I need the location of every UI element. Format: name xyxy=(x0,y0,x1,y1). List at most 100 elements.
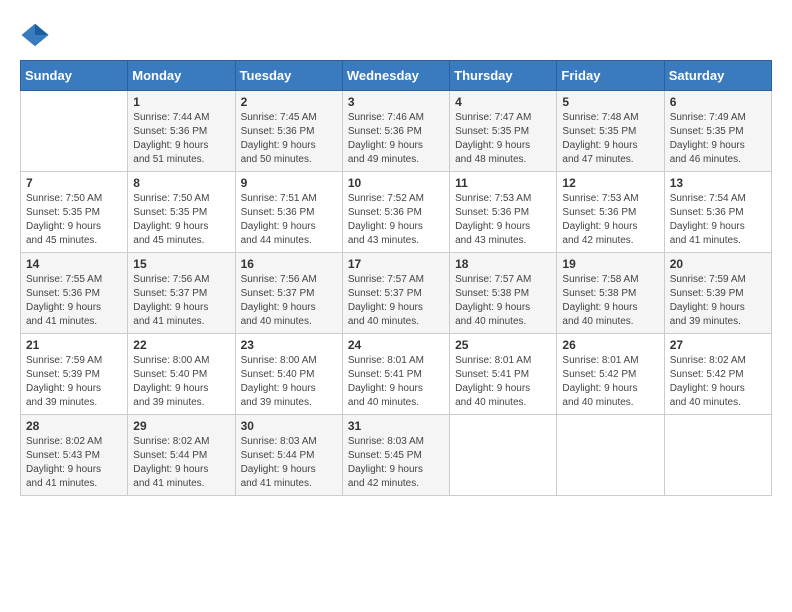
cell-content: Sunrise: 7:48 AMSunset: 5:35 PMDaylight:… xyxy=(562,111,658,167)
weekday-header-sunday: Sunday xyxy=(21,61,128,91)
cell-content: Sunrise: 7:59 AMSunset: 5:39 PMDaylight:… xyxy=(670,273,766,329)
cell-content: Sunrise: 7:53 AMSunset: 5:36 PMDaylight:… xyxy=(562,192,658,248)
day-number: 24 xyxy=(348,338,444,352)
day-number: 31 xyxy=(348,419,444,433)
cell-content: Sunrise: 7:45 AMSunset: 5:36 PMDaylight:… xyxy=(241,111,337,167)
weekday-header-wednesday: Wednesday xyxy=(342,61,449,91)
cell-content: Sunrise: 7:57 AMSunset: 5:37 PMDaylight:… xyxy=(348,273,444,329)
cell-content: Sunrise: 8:03 AMSunset: 5:45 PMDaylight:… xyxy=(348,435,444,491)
calendar-cell: 7Sunrise: 7:50 AMSunset: 5:35 PMDaylight… xyxy=(21,172,128,253)
day-number: 11 xyxy=(455,176,551,190)
cell-content: Sunrise: 8:02 AMSunset: 5:42 PMDaylight:… xyxy=(670,354,766,410)
cell-content: Sunrise: 8:01 AMSunset: 5:42 PMDaylight:… xyxy=(562,354,658,410)
cell-content: Sunrise: 7:52 AMSunset: 5:36 PMDaylight:… xyxy=(348,192,444,248)
cell-content: Sunrise: 7:47 AMSunset: 5:35 PMDaylight:… xyxy=(455,111,551,167)
calendar-cell: 1 Sunrise: 7:44 AMSunset: 5:36 PMDaylight… xyxy=(128,91,235,172)
day-number: 22 xyxy=(133,338,229,352)
calendar-cell: 24 Sunrise: 8:01 AMSunset: 5:41 PMDayligh… xyxy=(342,334,449,415)
calendar-cell: 17 Sunrise: 7:57 AMSunset: 5:37 PMDayligh… xyxy=(342,253,449,334)
cell-content: Sunrise: 8:03 AMSunset: 5:44 PMDaylight:… xyxy=(241,435,337,491)
day-number: 29 xyxy=(133,419,229,433)
cell-content: Sunrise: 7:50 AMSunset: 5:35 PMDaylight:… xyxy=(133,192,229,248)
cell-content: Sunrise: 8:01 AMSunset: 5:41 PMDaylight:… xyxy=(455,354,551,410)
weekday-header-friday: Friday xyxy=(557,61,664,91)
calendar-cell: 11 Sunrise: 7:53 AMSunset: 5:36 PMDayligh… xyxy=(450,172,557,253)
weekday-header-thursday: Thursday xyxy=(450,61,557,91)
calendar-cell: 27 Sunrise: 8:02 AMSunset: 5:42 PMDayligh… xyxy=(664,334,771,415)
calendar-cell: 9 Sunrise: 7:51 AMSunset: 5:36 PMDaylight… xyxy=(235,172,342,253)
day-number: 9 xyxy=(241,176,337,190)
calendar-cell: 6 Sunrise: 7:49 AMSunset: 5:35 PMDaylight… xyxy=(664,91,771,172)
day-number: 25 xyxy=(455,338,551,352)
day-number: 12 xyxy=(562,176,658,190)
calendar-cell: 10 Sunrise: 7:52 AMSunset: 5:36 PMDayligh… xyxy=(342,172,449,253)
day-number: 1 xyxy=(133,95,229,109)
day-number: 16 xyxy=(241,257,337,271)
cell-content: Sunrise: 8:02 AMSunset: 5:44 PMDaylight:… xyxy=(133,435,229,491)
cell-content: Sunrise: 7:51 AMSunset: 5:36 PMDaylight:… xyxy=(241,192,337,248)
cell-content: Sunrise: 7:44 AMSunset: 5:36 PMDaylight:… xyxy=(133,111,229,167)
day-number: 2 xyxy=(241,95,337,109)
calendar-cell xyxy=(557,415,664,496)
day-number: 21 xyxy=(26,338,122,352)
day-number: 5 xyxy=(562,95,658,109)
calendar-cell: 20 Sunrise: 7:59 AMSunset: 5:39 PMDayligh… xyxy=(664,253,771,334)
calendar-cell: 31 Sunrise: 8:03 AMSunset: 5:45 PMDayligh… xyxy=(342,415,449,496)
weekday-header-saturday: Saturday xyxy=(664,61,771,91)
day-number: 8 xyxy=(133,176,229,190)
day-number: 4 xyxy=(455,95,551,109)
cell-content: Sunrise: 7:55 AMSunset: 5:36 PMDaylight:… xyxy=(26,273,122,329)
calendar-cell: 28 Sunrise: 8:02 AMSunset: 5:43 PMDayligh… xyxy=(21,415,128,496)
cell-content: Sunrise: 7:50 AMSunset: 5:35 PMDaylight:… xyxy=(26,192,122,248)
calendar-cell: 16 Sunrise: 7:56 AMSunset: 5:37 PMDayligh… xyxy=(235,253,342,334)
calendar-cell xyxy=(450,415,557,496)
calendar-cell xyxy=(21,91,128,172)
day-number: 17 xyxy=(348,257,444,271)
cell-content: Sunrise: 7:53 AMSunset: 5:36 PMDaylight:… xyxy=(455,192,551,248)
day-number: 20 xyxy=(670,257,766,271)
calendar-cell: 18 Sunrise: 7:57 AMSunset: 5:38 PMDayligh… xyxy=(450,253,557,334)
calendar-cell: 3Sunrise: 7:46 AMSunset: 5:36 PMDaylight… xyxy=(342,91,449,172)
weekday-header-monday: Monday xyxy=(128,61,235,91)
calendar-cell: 14 Sunrise: 7:55 AMSunset: 5:36 PMDayligh… xyxy=(21,253,128,334)
day-number: 30 xyxy=(241,419,337,433)
calendar-cell: 30 Sunrise: 8:03 AMSunset: 5:44 PMDayligh… xyxy=(235,415,342,496)
day-number: 18 xyxy=(455,257,551,271)
calendar-cell: 4 Sunrise: 7:47 AMSunset: 5:35 PMDaylight… xyxy=(450,91,557,172)
cell-content: Sunrise: 7:59 AMSunset: 5:39 PMDaylight:… xyxy=(26,354,122,410)
calendar-cell: 12 Sunrise: 7:53 AMSunset: 5:36 PMDayligh… xyxy=(557,172,664,253)
day-number: 27 xyxy=(670,338,766,352)
day-number: 13 xyxy=(670,176,766,190)
cell-content: Sunrise: 7:46 AMSunset: 5:36 PMDaylight:… xyxy=(348,111,444,167)
day-number: 19 xyxy=(562,257,658,271)
cell-content: Sunrise: 7:56 AMSunset: 5:37 PMDaylight:… xyxy=(133,273,229,329)
calendar-cell: 2 Sunrise: 7:45 AMSunset: 5:36 PMDaylight… xyxy=(235,91,342,172)
cell-content: Sunrise: 7:58 AMSunset: 5:38 PMDaylight:… xyxy=(562,273,658,329)
calendar-table: SundayMondayTuesdayWednesdayThursdayFrid… xyxy=(20,60,772,496)
calendar-cell: 22 Sunrise: 8:00 AMSunset: 5:40 PMDayligh… xyxy=(128,334,235,415)
calendar-cell: 13 Sunrise: 7:54 AMSunset: 5:36 PMDayligh… xyxy=(664,172,771,253)
day-number: 23 xyxy=(241,338,337,352)
day-number: 10 xyxy=(348,176,444,190)
logo xyxy=(20,20,54,50)
day-number: 6 xyxy=(670,95,766,109)
cell-content: Sunrise: 8:00 AMSunset: 5:40 PMDaylight:… xyxy=(133,354,229,410)
page-header xyxy=(20,20,772,50)
day-number: 15 xyxy=(133,257,229,271)
cell-content: Sunrise: 7:56 AMSunset: 5:37 PMDaylight:… xyxy=(241,273,337,329)
calendar-cell: 15 Sunrise: 7:56 AMSunset: 5:37 PMDayligh… xyxy=(128,253,235,334)
cell-content: Sunrise: 8:01 AMSunset: 5:41 PMDaylight:… xyxy=(348,354,444,410)
weekday-header-tuesday: Tuesday xyxy=(235,61,342,91)
day-number: 28 xyxy=(26,419,122,433)
cell-content: Sunrise: 7:49 AMSunset: 5:35 PMDaylight:… xyxy=(670,111,766,167)
cell-content: Sunrise: 8:02 AMSunset: 5:43 PMDaylight:… xyxy=(26,435,122,491)
calendar-cell xyxy=(664,415,771,496)
calendar-cell: 21 Sunrise: 7:59 AMSunset: 5:39 PMDayligh… xyxy=(21,334,128,415)
cell-content: Sunrise: 7:57 AMSunset: 5:38 PMDaylight:… xyxy=(455,273,551,329)
logo-icon xyxy=(20,20,50,50)
calendar-cell: 26Sunrise: 8:01 AMSunset: 5:42 PMDayligh… xyxy=(557,334,664,415)
calendar-cell: 25 Sunrise: 8:01 AMSunset: 5:41 PMDayligh… xyxy=(450,334,557,415)
day-number: 14 xyxy=(26,257,122,271)
calendar-cell: 19 Sunrise: 7:58 AMSunset: 5:38 PMDayligh… xyxy=(557,253,664,334)
cell-content: Sunrise: 7:54 AMSunset: 5:36 PMDaylight:… xyxy=(670,192,766,248)
